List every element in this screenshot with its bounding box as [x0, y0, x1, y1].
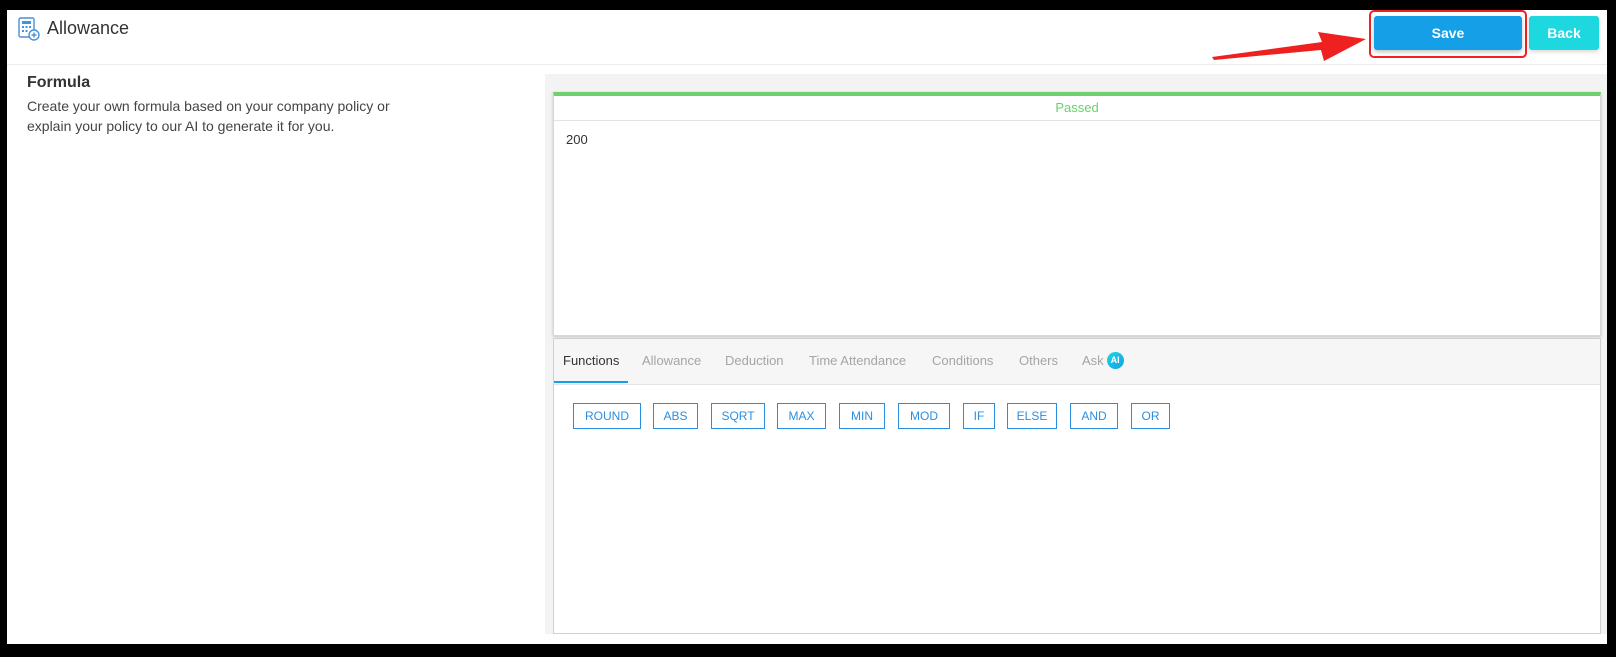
function-else-button[interactable]: ELSE [1007, 403, 1057, 429]
back-button[interactable]: Back [1529, 16, 1599, 50]
tab-conditions[interactable]: Conditions [923, 339, 1002, 383]
tab-deduction[interactable]: Deduction [716, 339, 793, 383]
function-min-button[interactable]: MIN [839, 403, 885, 429]
formula-title: Formula [27, 74, 91, 91]
function-abs-button[interactable]: ABS [653, 403, 698, 429]
formula-editor-panel: Passed 200 Functions Allowance Deduction… [545, 74, 1607, 634]
tab-time-attendance[interactable]: Time Attendance [800, 339, 915, 383]
functions-panel: Functions Allowance Deduction Time Atten… [553, 338, 1601, 634]
tab-bar: Functions Allowance Deduction Time Atten… [554, 339, 1600, 385]
tab-ask-ai[interactable]: Ask AI [1073, 339, 1133, 383]
formula-description-line: Create your own formula based on your co… [27, 98, 390, 114]
formula-description-line: explain your policy to our AI to generat… [27, 118, 335, 134]
function-and-button[interactable]: AND [1070, 403, 1118, 429]
ai-badge-icon: AI [1106, 351, 1124, 369]
tab-others-label: Others [1019, 353, 1059, 368]
save-button[interactable]: Save [1374, 16, 1522, 50]
page-title: Allowance [47, 18, 130, 38]
function-if-button[interactable]: IF [963, 403, 995, 429]
calculator-icon [18, 17, 40, 41]
function-mod-button[interactable]: MOD [898, 403, 950, 429]
formula-input[interactable]: 200 [566, 132, 1586, 322]
red-arrow-icon [1212, 32, 1366, 61]
formula-description: Create your own formula based on your co… [27, 96, 447, 136]
formula-info: Formula Create your own formula based on… [27, 74, 447, 136]
validation-status: Passed [554, 96, 1600, 121]
tab-ask-label: Ask [1082, 353, 1104, 368]
tab-functions[interactable]: Functions [554, 339, 629, 383]
formula-editor: Passed 200 [553, 92, 1601, 336]
app-window: Allowance Save Back Formula Create your … [7, 10, 1607, 644]
function-max-button[interactable]: MAX [777, 403, 826, 429]
page-header: Allowance Save Back [7, 10, 1607, 65]
function-or-button[interactable]: OR [1131, 403, 1170, 429]
function-sqrt-button[interactable]: SQRT [711, 403, 765, 429]
function-round-button[interactable]: ROUND [573, 403, 641, 429]
tab-others[interactable]: Others [1010, 339, 1067, 383]
tab-allowance[interactable]: Allowance [633, 339, 710, 383]
